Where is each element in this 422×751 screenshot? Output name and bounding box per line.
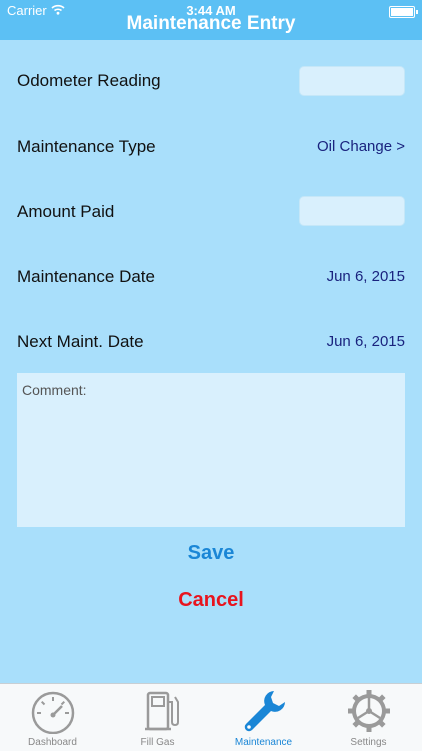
next-maint-date-label: Next Maint. Date [17, 332, 144, 351]
page-title: Maintenance Entry [126, 13, 296, 34]
amount-paid-label: Amount Paid [17, 202, 115, 221]
tab-settings[interactable]: Settings [316, 684, 421, 751]
tab-maintenance-label: Maintenance [234, 737, 293, 748]
cancel-button[interactable]: Cancel [0, 589, 422, 612]
maintenance-type-selector[interactable]: Oil Change > [317, 138, 405, 155]
odometer-input[interactable] [299, 66, 405, 96]
amount-paid-input[interactable] [299, 196, 405, 226]
save-button[interactable]: Save [0, 542, 422, 565]
odometer-label: Odometer Reading [17, 71, 161, 90]
tab-settings-label: Settings [350, 737, 387, 748]
maintenance-date-label: Maintenance Date [17, 267, 155, 286]
comment-textarea[interactable]: Comment: [17, 373, 405, 527]
tab-maintenance[interactable]: Maintenance [211, 684, 316, 751]
comment-label: Comment: [22, 382, 87, 398]
tab-bar: Dashboard Fill Gas Maintenance Settings [0, 683, 422, 751]
gear-icon [347, 690, 390, 732]
tab-fill-gas[interactable]: Fill Gas [105, 684, 210, 751]
tab-fill-gas-label: Fill Gas [140, 737, 175, 748]
maintenance-type-label: Maintenance Type [17, 137, 156, 156]
wrench-icon [244, 691, 285, 732]
tab-dashboard-label: Dashboard [28, 737, 77, 748]
tab-dashboard[interactable]: Dashboard [0, 684, 105, 751]
gas-pump-icon [144, 691, 179, 731]
maintenance-date-picker[interactable]: Jun 6, 2015 [327, 268, 405, 285]
speedometer-icon [31, 691, 74, 734]
status-bar: Carrier 3:44 AM Maintenance Entry [0, 0, 422, 40]
next-maint-date-picker[interactable]: Jun 6, 2015 [327, 333, 405, 350]
